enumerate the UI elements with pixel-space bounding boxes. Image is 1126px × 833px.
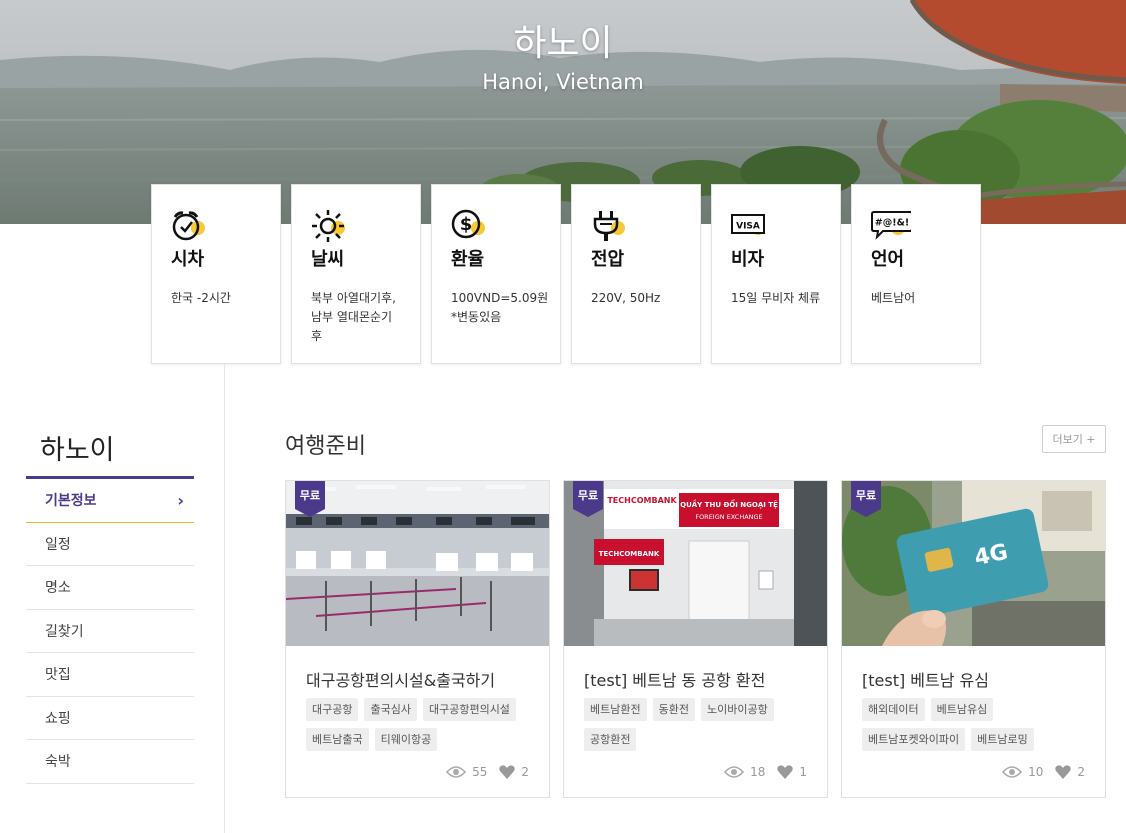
alarm-clock-icon: [171, 209, 205, 243]
tag-list: 베트남환전 동환전 노이바이공항 공항환전: [584, 698, 814, 751]
info-label: 언어: [871, 249, 905, 270]
free-badge: 무료: [573, 481, 603, 517]
card-stats: 18 1: [724, 765, 807, 779]
svg-text:TECHCOMBANK: TECHCOMBANK: [599, 550, 660, 558]
info-label: 날씨: [311, 249, 345, 270]
sidebar-item-label: 명소: [45, 580, 71, 597]
sidebar-item-label: 숙박: [45, 754, 71, 771]
tag[interactable]: 출국심사: [364, 698, 417, 721]
info-desc: 220V, 50Hz: [591, 291, 661, 305]
card-list: 무료 대구공항편의시설&출국하기 대구공항 출국심사 대구공항편의시설 베트남출…: [285, 480, 1106, 798]
sidebar-item-shopping[interactable]: 쇼핑: [26, 697, 194, 740]
card-image-exchange: TECHCOMBANK QUẦY THU ĐỔI NGOẠI TỆ FOREIG…: [564, 481, 827, 646]
column-divider: [224, 364, 225, 833]
info-card-time: 시차 한국 -2시간: [151, 184, 281, 364]
sidebar-item-label: 맛집: [45, 667, 71, 684]
sun-icon: [311, 209, 345, 243]
sidebar-item-label: 쇼핑: [45, 710, 71, 727]
free-badge: 무료: [295, 481, 325, 517]
info-desc: 15일 무비자 체류: [731, 291, 821, 305]
tag[interactable]: 대구공항편의시설: [422, 698, 516, 721]
view-count: 10: [1028, 765, 1044, 779]
tag[interactable]: 베트남출국: [306, 728, 369, 751]
svg-text:#@!&!: #@!&!: [875, 218, 909, 229]
svg-text:TECHCOMBANK: TECHCOMBANK: [607, 496, 677, 505]
speech-bubble-icon: #@!&!: [871, 209, 911, 243]
view-count: 18: [750, 765, 766, 779]
sidebar-item-schedule[interactable]: 일정: [26, 523, 194, 566]
sidebar-item-basic-info[interactable]: 기본정보 ›: [26, 479, 194, 523]
info-card-visa: VISA 비자 15일 무비자 체류: [711, 184, 841, 364]
sidebar-item-label: 기본정보: [45, 493, 97, 510]
eye-icon: [1002, 766, 1023, 778]
visa-card-icon: VISA: [731, 209, 765, 243]
tag[interactable]: 티웨이항공: [374, 728, 438, 751]
info-desc: 북부 아열대기후, 남부 열대몬순기 후: [311, 291, 396, 343]
more-button[interactable]: 더보기 +: [1042, 425, 1106, 453]
eye-icon: [724, 766, 745, 778]
info-card-language: #@!&! 언어 베트남어: [851, 184, 981, 364]
svg-text:VISA: VISA: [736, 222, 760, 232]
card-image-airport: [286, 481, 549, 646]
card-title[interactable]: [test] 베트남 유심: [862, 667, 989, 691]
heart-icon[interactable]: [777, 765, 794, 779]
tag-list: 대구공항 출국심사 대구공항편의시설 베트남출국 티웨이항공: [306, 698, 536, 751]
like-count: 2: [521, 765, 529, 779]
tag[interactable]: 베트남환전: [584, 698, 647, 721]
plug-icon: [591, 209, 625, 243]
info-label: 시차: [171, 249, 205, 270]
sidebar-item-attractions[interactable]: 명소: [26, 566, 194, 610]
section-title: 여행준비: [285, 434, 366, 459]
tag[interactable]: 동환전: [652, 698, 695, 721]
tag[interactable]: 노이바이공항: [700, 698, 774, 721]
svg-text:$: $: [460, 214, 473, 235]
info-label: 비자: [731, 249, 765, 270]
eye-icon: [446, 766, 467, 778]
like-count: 2: [1077, 765, 1085, 779]
card-stats: 10 2: [1002, 765, 1085, 779]
sidebar-item-restaurants[interactable]: 맛집: [26, 653, 194, 697]
card-image-sim: 4G: [842, 481, 1105, 646]
info-desc: 베트남어: [871, 291, 916, 305]
hero-title: 하노이: [513, 23, 613, 64]
content-card[interactable]: 4G 무료 [test] 베트남 유심 해외데이터 베트남유심 베트남포켓와이파…: [841, 480, 1106, 798]
free-badge: 무료: [851, 481, 881, 517]
svg-text:FOREIGN EXCHANGE: FOREIGN EXCHANGE: [695, 513, 762, 521]
sidebar-title: 하노이: [40, 435, 115, 466]
info-card-weather: 날씨 북부 아열대기후, 남부 열대몬순기 후: [291, 184, 421, 364]
info-card-currency: $ 환율 100VND=5.09원 *변동있음: [431, 184, 561, 364]
tag[interactable]: 베트남포켓와이파이: [862, 728, 966, 751]
info-desc: 100VND=5.09원 *변동있음: [451, 291, 549, 324]
like-count: 1: [799, 765, 807, 779]
sidebar-menu: 기본정보 › 일정 명소 길찾기 맛집 쇼핑 숙박: [26, 476, 194, 784]
heart-icon[interactable]: [1055, 765, 1072, 779]
info-card-row: 시차 한국 -2시간 날씨 북부 아열대기후, 남부 열대몬순기 후 $ 환율 …: [151, 184, 981, 364]
card-stats: 55 2: [446, 765, 529, 779]
tag[interactable]: 공항환전: [584, 728, 637, 751]
tag[interactable]: 베트남유심: [930, 698, 994, 721]
tag-list: 해외데이터 베트남유심 베트남포켓와이파이 베트남로밍: [862, 698, 1092, 751]
info-desc: 한국 -2시간: [171, 291, 231, 305]
tag[interactable]: 베트남로밍: [971, 728, 1034, 751]
sidebar-item-directions[interactable]: 길찾기: [26, 610, 194, 653]
tag[interactable]: 해외데이터: [862, 698, 925, 721]
dollar-icon: $: [451, 209, 485, 243]
tag[interactable]: 대구공항: [306, 698, 359, 721]
sidebar-item-label: 길찾기: [45, 623, 84, 640]
heart-icon[interactable]: [499, 765, 516, 779]
info-label: 환율: [451, 249, 485, 270]
info-card-voltage: 전압 220V, 50Hz: [571, 184, 701, 364]
sidebar-item-lodging[interactable]: 숙박: [26, 740, 194, 784]
content-card[interactable]: TECHCOMBANK QUẦY THU ĐỔI NGOẠI TỆ FOREIG…: [563, 480, 828, 798]
view-count: 55: [472, 765, 488, 779]
info-label: 전압: [591, 249, 625, 270]
hero-subtitle: Hanoi, Vietnam: [482, 70, 644, 94]
sidebar-item-label: 일정: [45, 536, 71, 553]
card-title[interactable]: [test] 베트남 동 공항 환전: [584, 667, 765, 691]
card-title[interactable]: 대구공항편의시설&출국하기: [306, 667, 495, 691]
chevron-right-icon: ›: [177, 491, 184, 510]
content-card[interactable]: 무료 대구공항편의시설&출국하기 대구공항 출국심사 대구공항편의시설 베트남출…: [285, 480, 550, 798]
svg-text:QUẦY THU ĐỔI NGOẠI TỆ: QUẦY THU ĐỔI NGOẠI TỆ: [680, 499, 778, 509]
